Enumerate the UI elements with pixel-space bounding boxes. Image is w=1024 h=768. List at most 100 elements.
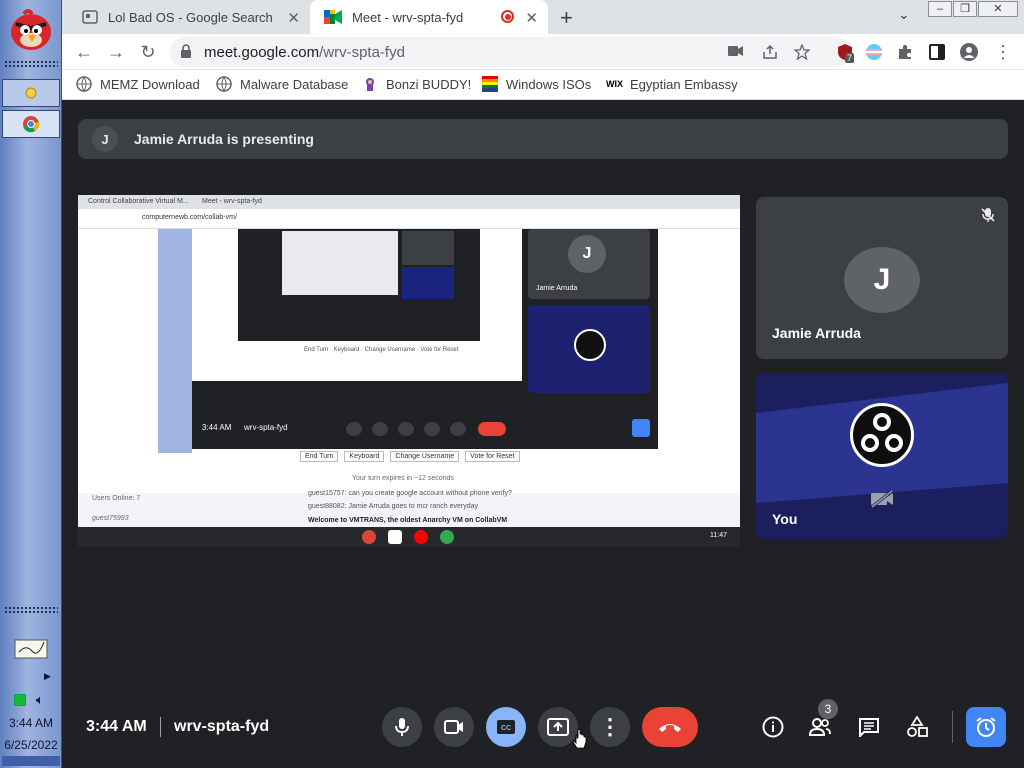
bookmark-label: Windows ISOs bbox=[506, 76, 592, 92]
bookmark-bonzi-buddy[interactable]: Bonzi BUDDY! bbox=[362, 76, 471, 92]
meeting-details-button[interactable] bbox=[761, 715, 785, 739]
tray-time[interactable]: 3:44 AM bbox=[0, 716, 62, 730]
taskbar-app-sun[interactable] bbox=[2, 79, 60, 107]
tray-network-icon[interactable] bbox=[14, 694, 26, 706]
avatar: J bbox=[844, 247, 920, 313]
tab-meet[interactable]: Meet - wrv-spta-fyd ✕ bbox=[310, 0, 548, 34]
shared-shelf-time: 11:47 bbox=[710, 532, 727, 539]
gmail-icon bbox=[388, 530, 402, 544]
forward-arrow-icon[interactable]: → bbox=[104, 40, 128, 64]
bookmark-malware-database[interactable]: Malware Database bbox=[216, 76, 349, 93]
photos-icon bbox=[440, 530, 454, 544]
new-tab-button[interactable]: + bbox=[560, 5, 573, 31]
people-count-badge: 3 bbox=[818, 699, 838, 719]
shared-os-taskbar bbox=[158, 229, 192, 453]
tab-title: Lol Bad OS - Google Search bbox=[108, 9, 273, 25]
shared-tile-you bbox=[528, 305, 650, 393]
tab-google-search[interactable]: Lol Bad OS - Google Search ✕ bbox=[68, 0, 310, 34]
chevron-down-icon[interactable]: ⌄ bbox=[898, 6, 910, 23]
present-icon bbox=[547, 718, 569, 736]
shared-turn-text: Your turn expires in ~12 seconds bbox=[352, 475, 454, 482]
divider bbox=[952, 711, 953, 743]
tray-date[interactable]: 6/25/2022 bbox=[0, 738, 62, 752]
close-icon[interactable]: ✕ bbox=[287, 9, 300, 27]
page-icon bbox=[82, 10, 98, 24]
signature-icon[interactable] bbox=[14, 636, 48, 660]
host-controls-button[interactable] bbox=[966, 707, 1006, 747]
bookmark-memz[interactable]: MEMZ Download bbox=[76, 76, 200, 93]
bookmark-label: Malware Database bbox=[240, 76, 349, 92]
tray-expand-icon[interactable]: ▶ bbox=[44, 671, 51, 682]
participant-name: You bbox=[772, 511, 798, 527]
url-text[interactable]: meet.google.com/wrv-spta-fyd bbox=[204, 44, 405, 61]
url-path: /wrv-spta-fyd bbox=[319, 44, 405, 61]
bookmark-egyptian-embassy[interactable]: WIX Egyptian Embassy bbox=[606, 76, 738, 92]
camera-icon bbox=[444, 720, 463, 734]
star-icon[interactable] bbox=[793, 43, 812, 61]
camera-icon[interactable] bbox=[728, 44, 746, 60]
close-window-button[interactable]: ✕ bbox=[978, 1, 1018, 17]
reload-icon[interactable]: ↻ bbox=[136, 40, 160, 64]
side-panel-icon[interactable] bbox=[928, 43, 946, 61]
address-bar[interactable]: meet.google.com/wrv-spta-fyd bbox=[170, 37, 850, 67]
participant-tile-jamie[interactable]: J Jamie Arruda bbox=[756, 197, 1008, 359]
shield-extension-icon[interactable]: 7 bbox=[836, 43, 855, 63]
shared-code: wrv-spta-fyd bbox=[244, 423, 288, 432]
shared-tab-1: Control Collaborative Virtual M... bbox=[88, 198, 189, 205]
shared-button: Vote for Reset bbox=[465, 451, 520, 462]
alarm-clock-icon bbox=[976, 717, 996, 737]
kebab-menu-icon[interactable]: ⋮ bbox=[994, 43, 1012, 61]
mic-off-icon bbox=[980, 207, 996, 228]
shared-toolbar: computernewb.com/collab-vm/ bbox=[78, 209, 740, 229]
bonzi-icon bbox=[362, 76, 378, 92]
profile-avatar-icon[interactable] bbox=[960, 43, 978, 61]
shared-chat-line: guest15757: can you create google accoun… bbox=[308, 490, 512, 497]
puzzle-icon[interactable] bbox=[896, 43, 914, 61]
camera-off-icon bbox=[870, 489, 894, 514]
share-icon[interactable] bbox=[762, 44, 780, 60]
shared-tab-2: Meet - wrv-spta-fyd bbox=[202, 198, 262, 205]
shared-vm-buttons: End Turn Keyboard Change Username Vote f… bbox=[300, 451, 520, 462]
tray-volume-icon[interactable]: 🔈︎ bbox=[36, 692, 44, 708]
camera-button[interactable] bbox=[434, 707, 474, 747]
minimize-button[interactable]: – bbox=[928, 1, 952, 17]
people-icon bbox=[808, 718, 831, 736]
info-icon bbox=[762, 716, 784, 738]
taskbar-grip-bottom[interactable] bbox=[4, 606, 58, 614]
mouse-cursor-icon bbox=[572, 729, 588, 754]
shared-time: 3:44 AM bbox=[202, 423, 232, 432]
shared-tile-jamie: J Jamie Arruda bbox=[528, 229, 650, 299]
restore-button[interactable]: ❐ bbox=[953, 1, 977, 17]
screen-share-view[interactable]: Control Collaborative Virtual M... Meet … bbox=[78, 195, 740, 547]
shared-meet: End Turn · Keyboard · Change Username · … bbox=[192, 229, 658, 449]
avatar: J bbox=[92, 126, 118, 152]
shared-chat: Users Online: 7 guest75993 guest15757: c… bbox=[78, 490, 740, 527]
meet-page: J Jamie Arruda is presenting Control Col… bbox=[62, 101, 1024, 768]
taskbar-grip[interactable] bbox=[4, 60, 58, 68]
svg-text:CC: CC bbox=[501, 725, 511, 732]
close-icon[interactable]: ✕ bbox=[525, 9, 538, 27]
url-host: meet.google.com bbox=[204, 44, 320, 61]
chat-button[interactable] bbox=[857, 715, 881, 739]
bookmark-windows-isos[interactable]: Windows ISOs bbox=[482, 76, 591, 92]
trans-flag-extension-icon[interactable] bbox=[865, 43, 883, 61]
captions-button[interactable]: CC bbox=[486, 707, 526, 747]
taskbar-app-chrome[interactable] bbox=[2, 110, 60, 138]
meeting-code: wrv-spta-fyd bbox=[174, 718, 270, 735]
participant-tile-you[interactable]: You bbox=[756, 373, 1008, 539]
camera-icon bbox=[372, 422, 388, 436]
nested-share: End Turn · Keyboard · Change Username · … bbox=[192, 229, 522, 381]
mic-icon bbox=[346, 422, 362, 436]
leave-call-button[interactable] bbox=[642, 707, 698, 747]
wix-icon: WIX bbox=[606, 79, 623, 89]
mic-icon bbox=[395, 718, 409, 736]
microphone-button[interactable] bbox=[382, 707, 422, 747]
meet-icon bbox=[324, 10, 342, 24]
lock-icon[interactable] bbox=[180, 44, 192, 64]
back-arrow-icon[interactable]: ← bbox=[72, 40, 96, 64]
angry-bird-icon[interactable] bbox=[6, 4, 56, 54]
tab-strip: Lol Bad OS - Google Search ✕ Meet - wrv-… bbox=[62, 0, 1024, 34]
more-options-button[interactable]: ⋮ bbox=[590, 707, 630, 747]
chat-icon bbox=[859, 718, 879, 737]
activities-shapes-button[interactable] bbox=[905, 715, 929, 739]
